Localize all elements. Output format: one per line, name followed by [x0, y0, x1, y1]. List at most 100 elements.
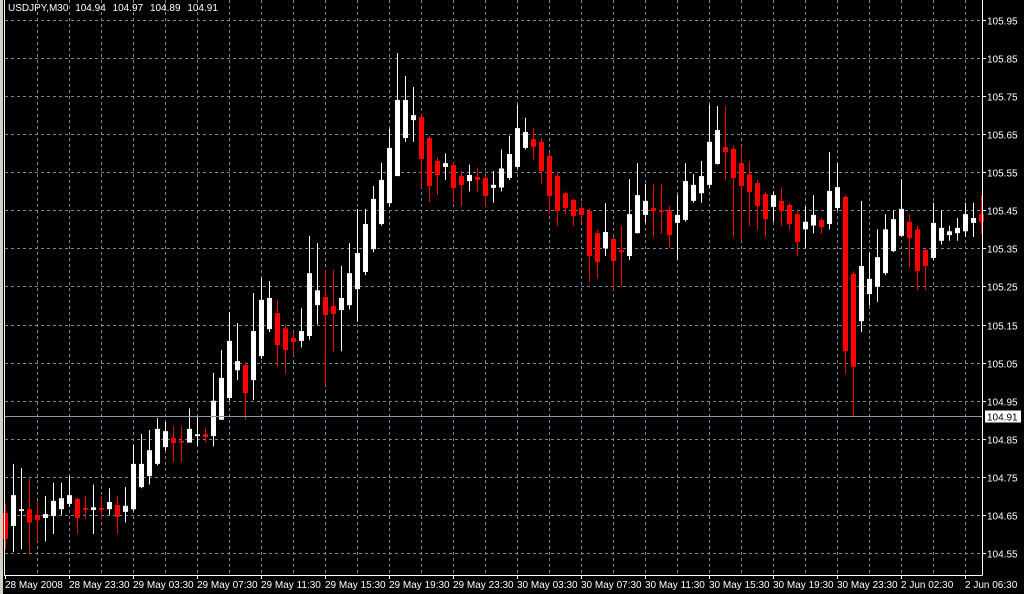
bull-candle — [339, 265, 344, 352]
bear-candle — [3, 503, 8, 550]
candle-body — [35, 514, 40, 520]
candle-body — [571, 200, 576, 217]
bull-candle — [67, 476, 72, 507]
x-tick-label: 30 May 03:30 — [517, 580, 578, 591]
candle-body — [539, 141, 544, 172]
candle-body — [947, 231, 952, 236]
candle-body — [683, 181, 688, 220]
candle-body — [787, 205, 792, 225]
bear-candle — [555, 172, 560, 226]
bear-candle — [571, 198, 576, 226]
candle-body — [819, 219, 824, 228]
candle-body — [283, 328, 288, 351]
bull-candle — [299, 308, 304, 348]
y-tick-label: 104.65 — [987, 512, 1018, 523]
candle-body — [931, 222, 936, 258]
bull-candle — [715, 106, 720, 165]
x-tick-label: 28 May 23:30 — [69, 580, 130, 591]
candle-body — [891, 219, 896, 252]
candle-body — [355, 252, 360, 290]
candle-body — [99, 508, 104, 510]
bull-candle — [363, 208, 368, 276]
bull-candle — [107, 488, 112, 515]
candle-body — [883, 229, 888, 274]
x-tick-label: 30 May 11:30 — [645, 580, 705, 591]
bull-candle — [963, 202, 968, 237]
y-tick-label: 104.95 — [987, 398, 1018, 409]
candle-body — [499, 168, 504, 188]
x-tick-label: 30 May 07:30 — [581, 580, 642, 591]
candle-body — [259, 299, 264, 357]
x-tick-label: 30 May 23:30 — [837, 580, 898, 591]
y-tick-label: 105.35 — [987, 245, 1018, 256]
bull-candle — [675, 195, 680, 260]
candle-body — [483, 177, 488, 196]
candle-body — [555, 176, 560, 212]
candle-body — [643, 200, 648, 215]
candle-body — [11, 495, 16, 526]
symbol-timeframe: USDJPY,M30 — [8, 3, 69, 14]
candle-body — [475, 176, 480, 180]
bull-candle — [891, 210, 896, 253]
bear-candle — [851, 271, 856, 416]
bear-candle — [747, 160, 752, 226]
bull-candle — [971, 202, 976, 237]
bull-candle — [139, 433, 144, 489]
candle-body — [515, 128, 520, 167]
candle-body — [955, 227, 960, 234]
bear-candle — [179, 426, 184, 462]
bull-candle — [147, 430, 152, 485]
candle-body — [971, 217, 976, 223]
candle-body — [963, 214, 968, 232]
bear-candle — [595, 229, 600, 279]
bear-candle — [203, 427, 208, 443]
bull-candle — [131, 444, 136, 512]
candle-body — [299, 331, 304, 341]
candle-body — [403, 99, 408, 139]
bear-candle — [779, 187, 784, 226]
bull-candle — [195, 417, 200, 447]
candle-body — [323, 297, 328, 316]
bear-candle — [291, 332, 296, 356]
x-tick-label: 30 May 19:30 — [773, 580, 834, 591]
y-tick-label: 105.95 — [987, 17, 1018, 28]
candle-body — [603, 232, 608, 249]
bull-candle — [859, 200, 864, 333]
bull-candle — [707, 104, 712, 188]
candle-body — [315, 290, 320, 306]
candle-body — [635, 195, 640, 234]
candlestick-chart[interactable]: 105.95 105.85 105.75 105.65 105.55 105.45 105.… — [0, 0, 1024, 594]
candle-body — [339, 297, 344, 311]
candle-body — [739, 163, 744, 186]
bear-candle — [587, 208, 592, 282]
bull-candle — [163, 422, 168, 451]
candle-body — [411, 115, 416, 121]
candle-body — [651, 208, 656, 212]
low-value: 104.89 — [149, 3, 181, 14]
bull-candle — [699, 160, 704, 203]
candle-body — [203, 434, 208, 437]
bull-candle — [19, 468, 24, 550]
y-tick-label: 104.55 — [987, 550, 1018, 561]
bull-candle — [643, 183, 648, 223]
bear-candle — [979, 195, 984, 234]
bull-candle — [899, 179, 904, 237]
candle-body — [851, 273, 856, 367]
bull-candle — [947, 225, 952, 241]
bull-candle — [59, 482, 64, 515]
candle-body — [347, 273, 352, 306]
candle-body — [387, 147, 392, 204]
current-price-value: 104.91 — [987, 413, 1018, 424]
candle-body — [27, 509, 32, 523]
candle-body — [451, 165, 456, 188]
bull-candle — [499, 149, 504, 192]
candle-body — [83, 508, 88, 510]
candle-body — [835, 187, 840, 209]
bull-candle — [883, 214, 888, 276]
x-tick-label: 30 May 15:30 — [709, 580, 770, 591]
bull-candle — [155, 418, 160, 466]
bear-candle — [451, 162, 456, 203]
bear-candle — [539, 138, 544, 184]
bull-candle — [267, 281, 272, 333]
bull-candle — [603, 203, 608, 257]
